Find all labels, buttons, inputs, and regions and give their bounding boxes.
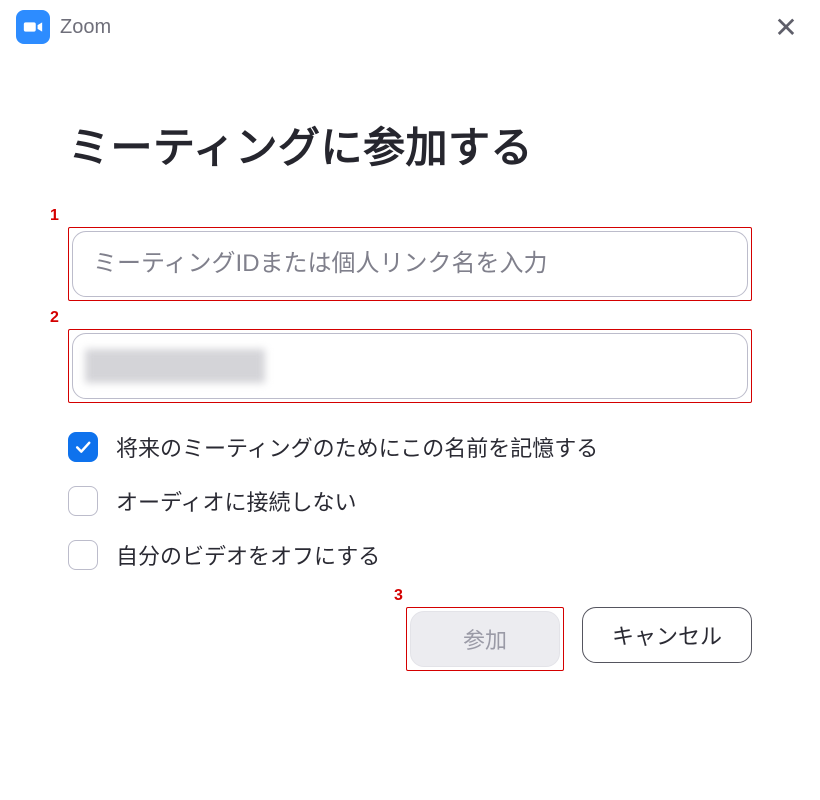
cancel-button[interactable]: キャンセル xyxy=(582,607,752,663)
option-no-audio-label: オーディオに接続しない xyxy=(116,485,356,517)
dialog-heading: ミーティングに参加する xyxy=(68,114,752,175)
zoom-app-icon xyxy=(16,10,50,44)
name-field-wrap: 2 xyxy=(68,329,752,403)
option-no-audio[interactable]: オーディオに接続しない xyxy=(68,485,752,517)
close-icon: ✕ xyxy=(774,14,797,42)
option-video-off[interactable]: 自分のビデオをオフにする xyxy=(68,539,752,571)
join-button[interactable]: 参加 xyxy=(410,611,560,667)
app-title: Zoom xyxy=(60,16,111,39)
name-redacted xyxy=(85,349,265,383)
button-row: 3 参加 キャンセル xyxy=(68,607,752,671)
meeting-id-input[interactable] xyxy=(72,231,748,297)
annotation-3: 3 xyxy=(394,587,403,605)
meeting-id-field-wrap: 1 xyxy=(68,227,752,301)
name-input[interactable] xyxy=(72,333,748,399)
checkbox-video-off[interactable] xyxy=(68,540,98,570)
dialog-content: ミーティングに参加する 1 2 将来のミーティングのためにこの名前を記憶する オ… xyxy=(0,54,820,671)
option-remember-name[interactable]: 将来のミーティングのためにこの名前を記憶する xyxy=(68,431,752,463)
checkbox-remember-name[interactable] xyxy=(68,432,98,462)
annotation-2: 2 xyxy=(50,309,59,327)
annotation-1: 1 xyxy=(50,207,59,225)
option-remember-name-label: 将来のミーティングのためにこの名前を記憶する xyxy=(116,431,598,463)
titlebar: Zoom ✕ xyxy=(0,0,820,54)
options-group: 将来のミーティングのためにこの名前を記憶する オーディオに接続しない 自分のビデ… xyxy=(68,431,752,571)
option-video-off-label: 自分のビデオをオフにする xyxy=(116,539,380,571)
checkbox-no-audio[interactable] xyxy=(68,486,98,516)
close-button[interactable]: ✕ xyxy=(770,12,802,44)
